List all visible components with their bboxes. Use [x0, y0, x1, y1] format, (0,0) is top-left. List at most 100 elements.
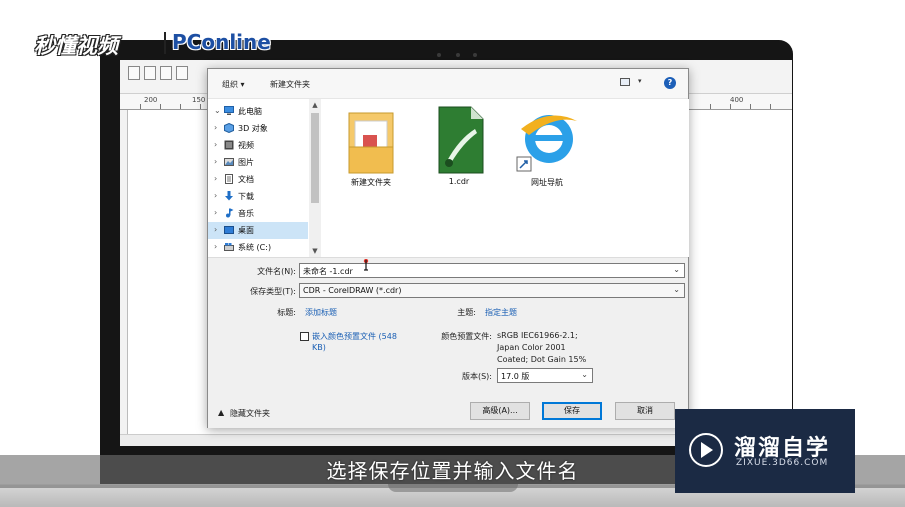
download-icon: [224, 191, 234, 201]
camera-dot: [473, 53, 477, 57]
nav-item-system-drive[interactable]: › 系统 (C:): [208, 239, 308, 256]
hide-folders-toggle[interactable]: 隐藏文件夹: [230, 408, 270, 419]
subject-label: 主题:: [457, 308, 476, 317]
ruler-tick: [200, 104, 201, 109]
ruler-tick: [710, 104, 711, 109]
view-options-chevron-icon[interactable]: ▾: [638, 77, 642, 85]
nav-scrollbar[interactable]: ▲ ▼: [309, 99, 321, 257]
chevron-right-icon[interactable]: ›: [214, 140, 217, 149]
chevron-down-icon[interactable]: ⌄: [673, 265, 680, 274]
chevron-right-icon[interactable]: ›: [214, 225, 217, 234]
chevron-right-icon[interactable]: ›: [214, 157, 217, 166]
toolbar-button[interactable]: [176, 66, 188, 80]
camera-dot: [456, 53, 460, 57]
coreldraw-file-icon: [438, 106, 484, 174]
color-profile-value: sRGB IEC61966-2.1;: [497, 331, 578, 340]
ruler-number: 200: [144, 96, 158, 104]
save-type-select[interactable]: CDR - CorelDRAW (*.cdr) ⌄: [299, 283, 685, 298]
chevron-down-icon[interactable]: ⌄: [673, 285, 680, 294]
save-options-area: 文件名(N): 未命名 -1.cdr ⌄ 保存类型(T): CDR - Core…: [208, 257, 688, 428]
nav-item-videos[interactable]: › 视频: [208, 137, 308, 154]
title-label: 标题:: [277, 308, 296, 317]
ruler-tick: [140, 104, 141, 109]
play-triangle-icon: [701, 442, 713, 458]
internet-explorer-icon: [516, 115, 577, 172]
video-icon: [224, 140, 234, 150]
file-item-cdr[interactable]: 1.cdr: [419, 105, 499, 195]
music-icon: [224, 208, 234, 218]
toolbar-button[interactable]: [160, 66, 172, 80]
nav-item-label: 桌面: [238, 226, 254, 235]
filename-input[interactable]: 未命名 -1.cdr ⌄: [299, 263, 685, 278]
nav-item-desktop[interactable]: › 桌面: [208, 222, 308, 239]
picture-icon: [224, 157, 234, 167]
chevron-right-icon[interactable]: ›: [214, 174, 217, 183]
nav-item-label: 3D 对象: [238, 124, 268, 133]
ruler-tick: [180, 104, 181, 109]
chevron-right-icon[interactable]: ›: [214, 208, 217, 217]
set-subject-link[interactable]: 指定主题: [485, 307, 517, 318]
file-item-label: 新建文件夹: [351, 178, 391, 187]
nav-item-label: 视频: [238, 141, 254, 150]
computer-icon: [224, 106, 234, 116]
new-folder-button[interactable]: 新建文件夹: [270, 79, 310, 90]
text-cursor-icon: [363, 259, 369, 271]
embed-color-profile-label[interactable]: 嵌入颜色预置文件 (548: [312, 331, 397, 342]
document-icon: [224, 174, 234, 184]
nav-item-label: 文档: [238, 175, 254, 184]
nav-item-label: 系统 (C:): [238, 243, 272, 252]
scroll-up-icon[interactable]: ▲: [309, 99, 321, 111]
chevron-right-icon[interactable]: ›: [214, 191, 217, 200]
help-icon[interactable]: ?: [664, 77, 676, 89]
file-list: 新建文件夹 1.cdr 网址导航: [321, 99, 689, 257]
navigation-pane: ⌄ 此电脑 › 3D 对象 › 视频 › 图片 › 文档 › 下载 › 音乐 ›…: [208, 99, 321, 257]
ruler-tick: [160, 104, 161, 109]
organize-button[interactable]: 组织 ▾: [222, 79, 245, 90]
nav-item-music[interactable]: › 音乐: [208, 205, 308, 222]
ruler-tick: [770, 104, 771, 109]
filename-value: 未命名 -1.cdr: [303, 267, 353, 276]
dialog-command-bar: 组织 ▾ 新建文件夹 ▾ ?: [208, 69, 688, 99]
ruler-number: 150: [192, 96, 206, 104]
scrollbar-thumb[interactable]: [311, 113, 319, 203]
folder-icon: [348, 112, 394, 174]
version-label: 版本(S):: [461, 372, 492, 381]
nav-item-this-pc[interactable]: ⌄ 此电脑: [208, 103, 308, 120]
file-item-internet-explorer[interactable]: 网址导航: [507, 105, 587, 195]
version-select[interactable]: 17.0 版 ⌄: [497, 368, 593, 383]
nav-item-pictures[interactable]: › 图片: [208, 154, 308, 171]
chevron-right-icon[interactable]: ›: [214, 123, 217, 132]
vertical-ruler: [120, 110, 128, 446]
nav-item-documents[interactable]: › 文档: [208, 171, 308, 188]
color-profile-value: Japan Color 2001: [497, 343, 566, 352]
save-button[interactable]: 保存: [542, 402, 602, 420]
camera-dot: [437, 53, 441, 57]
cancel-button[interactable]: 取消: [615, 402, 675, 420]
chevron-up-icon[interactable]: ▲: [218, 408, 224, 417]
video-site-logo: 秒懂视频: [34, 34, 118, 58]
cube-icon: [224, 122, 234, 134]
file-item-label: 1.cdr: [448, 177, 470, 186]
chevron-right-icon[interactable]: ›: [214, 242, 217, 251]
file-item-label: 网址导航: [531, 178, 563, 187]
toolbar-button[interactable]: [144, 66, 156, 80]
chevron-down-icon[interactable]: ⌄: [214, 106, 221, 115]
advanced-button[interactable]: 高级(A)...: [470, 402, 530, 420]
nav-item-label: 图片: [238, 158, 254, 167]
add-title-link[interactable]: 添加标题: [305, 307, 337, 318]
nav-item-label: 音乐: [238, 209, 254, 218]
chevron-down-icon[interactable]: ⌄: [581, 370, 588, 379]
nav-item-3d-objects[interactable]: › 3D 对象: [208, 120, 308, 137]
embed-color-profile-label-size[interactable]: KB): [312, 343, 326, 352]
nav-item-label: 此电脑: [238, 107, 262, 116]
brand-url: ZIXUE.3D66.COM: [736, 458, 829, 468]
toolbar-button[interactable]: [128, 66, 140, 80]
desktop-icon: [224, 225, 234, 235]
view-options-icon[interactable]: [620, 78, 630, 86]
file-item-new-folder[interactable]: 新建文件夹: [331, 105, 411, 195]
nav-item-downloads[interactable]: › 下载: [208, 188, 308, 205]
embed-color-profile-checkbox[interactable]: [300, 332, 309, 341]
scroll-down-icon[interactable]: ▼: [309, 245, 321, 257]
color-profile-label: 颜色预置文件:: [441, 332, 492, 341]
filename-label: 文件名(N):: [257, 267, 296, 276]
